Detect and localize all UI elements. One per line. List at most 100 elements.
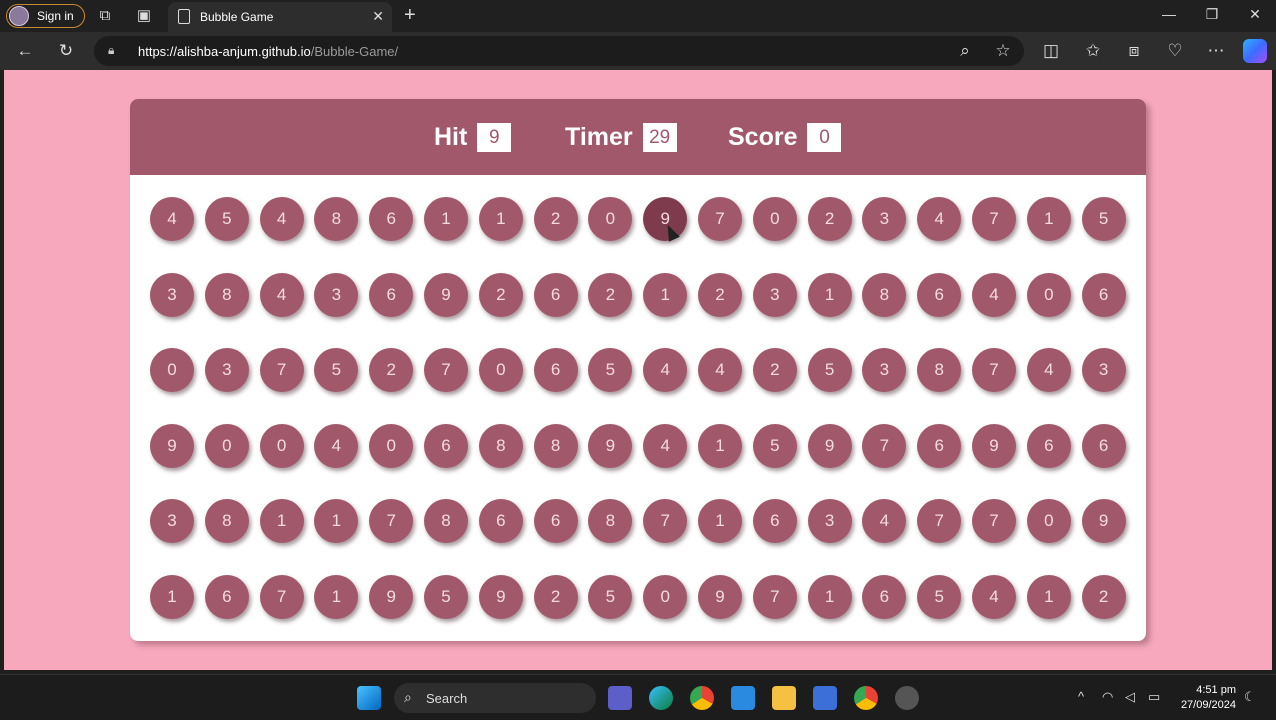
bubble[interactable]: 5: [424, 574, 468, 619]
bubble[interactable]: 3: [1081, 348, 1126, 392]
copilot-icon[interactable]: [1243, 39, 1267, 63]
bubble[interactable]: 2: [588, 272, 633, 317]
bubble[interactable]: 6: [1026, 423, 1071, 468]
bubble[interactable]: 5: [204, 197, 249, 241]
bubble[interactable]: 0: [369, 423, 414, 468]
bubble[interactable]: 1: [698, 423, 742, 468]
bubble[interactable]: 2: [698, 272, 742, 317]
bubble[interactable]: 4: [698, 348, 742, 392]
close-tab-icon[interactable]: ✕: [372, 8, 384, 25]
bubble[interactable]: 3: [862, 197, 907, 241]
bubble[interactable]: 6: [862, 574, 907, 619]
vertical-tabs-icon[interactable]: ▣: [134, 6, 154, 26]
bubble[interactable]: 4: [259, 272, 304, 317]
bubble[interactable]: 7: [698, 197, 742, 241]
bubble[interactable]: 3: [204, 348, 249, 392]
clock[interactable]: 4:51 pm 27/09/2024: [1176, 683, 1236, 713]
battery-icon[interactable]: ▭: [1148, 689, 1160, 705]
bubble[interactable]: 2: [533, 197, 578, 241]
vscode-icon[interactable]: [731, 686, 755, 710]
start-icon[interactable]: [357, 686, 381, 710]
sign-in-button[interactable]: Sign in: [6, 4, 85, 28]
bubble[interactable]: 4: [643, 348, 688, 392]
file-explorer-icon[interactable]: [772, 686, 796, 710]
favorites-icon[interactable]: ✩: [1082, 40, 1104, 62]
bubble[interactable]: 9: [807, 423, 852, 468]
bubble[interactable]: 0: [150, 348, 194, 392]
back-icon[interactable]: ←: [14, 40, 36, 62]
bubble[interactable]: 6: [533, 499, 578, 543]
close-window-icon[interactable]: ✕: [1245, 6, 1265, 23]
bubble[interactable]: 1: [150, 574, 194, 619]
bubble[interactable]: 6: [752, 499, 797, 543]
bubble[interactable]: 1: [807, 574, 852, 619]
bubble[interactable]: 6: [917, 423, 962, 468]
more-menu-icon[interactable]: ⋯: [1205, 40, 1227, 62]
store-icon[interactable]: [813, 686, 837, 710]
bubble[interactable]: 1: [478, 197, 523, 241]
zoom-icon[interactable]: ⌕: [954, 40, 976, 62]
bubble[interactable]: 6: [424, 423, 468, 468]
bubble[interactable]: 2: [369, 348, 414, 392]
bubble[interactable]: 3: [150, 499, 194, 543]
bubble[interactable]: 5: [314, 348, 359, 392]
bubble[interactable]: 7: [972, 348, 1016, 392]
bubble[interactable]: 6: [369, 197, 414, 241]
bubble[interactable]: 7: [972, 499, 1016, 543]
bubble[interactable]: 9: [698, 574, 742, 619]
bubble[interactable]: 0: [1026, 499, 1071, 543]
bubble[interactable]: 2: [1081, 574, 1126, 619]
new-tab-button[interactable]: +: [404, 4, 416, 27]
bubble[interactable]: 4: [862, 499, 907, 543]
bubble[interactable]: 5: [917, 574, 962, 619]
bubble[interactable]: 4: [314, 423, 359, 468]
bubble[interactable]: 7: [972, 197, 1016, 241]
bubble[interactable]: 8: [917, 348, 962, 392]
bubble[interactable]: 8: [533, 423, 578, 468]
bubble[interactable]: 1: [1026, 574, 1071, 619]
bubble[interactable]: 0: [643, 574, 688, 619]
bubble[interactable]: 8: [862, 272, 907, 317]
bubble[interactable]: 3: [752, 272, 797, 317]
bubble[interactable]: 9: [1081, 499, 1126, 543]
restore-icon[interactable]: ❐: [1202, 6, 1222, 23]
split-screen-icon[interactable]: ◫: [1040, 40, 1062, 62]
bubble[interactable]: 0: [259, 423, 304, 468]
bubble[interactable]: 9: [424, 272, 468, 317]
bubble[interactable]: 4: [972, 272, 1016, 317]
bubble[interactable]: 0: [204, 423, 249, 468]
bubble[interactable]: 9: [588, 423, 633, 468]
chrome-icon[interactable]: [690, 686, 714, 710]
bubble[interactable]: 6: [1081, 272, 1126, 317]
bubble[interactable]: 2: [807, 197, 852, 241]
chevron-up-icon[interactable]: ^: [1078, 689, 1084, 704]
favorite-star-icon[interactable]: ☆: [992, 40, 1014, 62]
bubble[interactable]: 2: [533, 574, 578, 619]
bubble[interactable]: 4: [643, 423, 688, 468]
bubble[interactable]: 4: [259, 197, 304, 241]
wifi-icon[interactable]: ◠: [1102, 689, 1113, 705]
bubble[interactable]: 7: [369, 499, 414, 543]
bubble[interactable]: 2: [478, 272, 523, 317]
bubble[interactable]: 6: [369, 272, 414, 317]
bubble[interactable]: 1: [314, 574, 359, 619]
bubble[interactable]: 5: [588, 574, 633, 619]
edge-icon[interactable]: [649, 686, 673, 710]
bubble[interactable]: 8: [204, 272, 249, 317]
bubble[interactable]: 6: [917, 272, 962, 317]
bubble[interactable]: 7: [259, 574, 304, 619]
bubble[interactable]: 8: [424, 499, 468, 543]
bubble[interactable]: 6: [533, 272, 578, 317]
bubble[interactable]: 5: [807, 348, 852, 392]
chrome-profile-icon[interactable]: [854, 686, 878, 710]
bubble[interactable]: 6: [478, 499, 523, 543]
collections-icon[interactable]: ⧈: [1123, 40, 1145, 62]
notifications-icon[interactable]: ☾: [1244, 689, 1256, 705]
bubble[interactable]: 2: [752, 348, 797, 392]
bubble[interactable]: 5: [588, 348, 633, 392]
bubble[interactable]: 0: [1026, 272, 1071, 317]
obs-icon[interactable]: [895, 686, 919, 710]
bubble[interactable]: 6: [1081, 423, 1126, 468]
workspaces-icon[interactable]: ⧉: [95, 6, 115, 26]
bubble[interactable]: 4: [150, 197, 194, 241]
